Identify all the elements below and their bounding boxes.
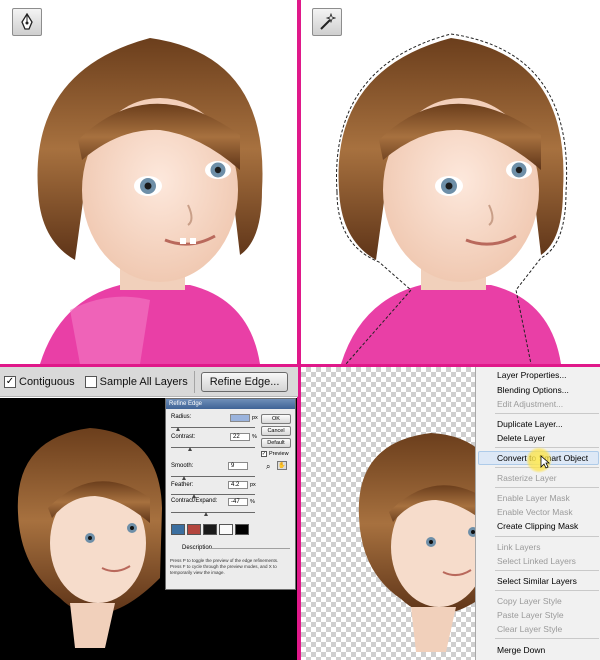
feather-label: Feather: <box>171 482 194 488</box>
menu-separator <box>495 487 599 488</box>
menu-item-edit-adjustment[interactable]: Edit Adjustment... <box>497 399 563 409</box>
menu-item-delete-layer[interactable]: Delete Layer <box>497 433 545 443</box>
dialog-title: Refine Edge <box>166 399 295 409</box>
menu-separator <box>495 413 599 414</box>
contrast-unit: % <box>252 434 257 440</box>
zoom-icon[interactable]: ⌕ <box>266 462 270 472</box>
menu-item-layer-properties[interactable]: Layer Properties... <box>497 370 566 380</box>
feather-slider[interactable] <box>171 494 255 495</box>
radius-slider-thumb[interactable] <box>176 427 180 431</box>
smooth-input[interactable]: 9 <box>228 462 248 470</box>
contiguous-label: Contiguous <box>19 375 75 388</box>
preview-check-box[interactable]: ✓ <box>261 451 267 457</box>
contiguous-check-box[interactable]: ✓ <box>4 375 16 388</box>
contract-expand-slider-thumb[interactable] <box>204 512 208 516</box>
menu-separator <box>495 536 599 537</box>
menu-item-merge-down[interactable]: Merge Down <box>497 645 545 655</box>
contiguous-checkbox[interactable]: ✓ Contiguous <box>4 375 75 388</box>
radius-slider[interactable] <box>171 427 255 428</box>
preview-mode-white[interactable] <box>219 524 233 535</box>
ok-button[interactable]: OK <box>261 414 291 424</box>
menu-item-link-layers[interactable]: Link Layers <box>497 542 540 552</box>
contrast-slider[interactable] <box>171 447 255 448</box>
sample-all-layers-checkbox[interactable]: Sample All Layers <box>84 375 188 388</box>
mouse-pointer-icon <box>540 455 551 474</box>
child-portrait-selection <box>336 33 568 364</box>
menu-separator <box>495 570 599 571</box>
panel-top-left <box>0 0 297 364</box>
radius-label: Radius: <box>171 414 192 420</box>
menu-separator <box>495 590 599 591</box>
menu-item-select-similar-layers[interactable]: Select Similar Layers <box>497 576 577 586</box>
cancel-button[interactable]: Cancel <box>261 426 291 436</box>
menu-item-copy-layer-style[interactable]: Copy Layer Style <box>497 596 562 606</box>
radius-unit: px <box>252 415 258 421</box>
hand-icon[interactable]: ✋ <box>277 461 287 470</box>
contract-expand-unit: % <box>250 499 255 505</box>
preview-mode-black[interactable] <box>203 524 217 535</box>
smooth-label: Smooth: <box>171 463 194 469</box>
menu-item-blending-options[interactable]: Blending Options... <box>497 385 569 395</box>
feather-input[interactable]: 4.2 <box>228 481 248 489</box>
menu-item-enable-vector-mask[interactable]: Enable Vector Mask <box>497 507 573 517</box>
contract-expand-slider[interactable] <box>171 512 255 513</box>
menu-item-duplicate-layer[interactable]: Duplicate Layer... <box>497 419 563 429</box>
sample-all-layers-check-box[interactable] <box>84 375 97 388</box>
menu-separator <box>495 447 599 448</box>
menu-item-paste-layer-style[interactable]: Paste Layer Style <box>497 610 564 620</box>
child-portrait <box>37 38 263 364</box>
preview-mode-quickmask[interactable] <box>187 524 201 535</box>
menu-item-clear-layer-style[interactable]: Clear Layer Style <box>497 624 562 634</box>
preview-mode-mask[interactable] <box>235 524 249 535</box>
menu-item-select-linked-layers[interactable]: Select Linked Layers <box>497 556 576 566</box>
refine-edge-button[interactable]: Refine Edge... <box>200 371 289 392</box>
menu-item-rasterize-layer[interactable]: Rasterize Layer <box>497 473 557 483</box>
menu-item-create-clipping-mask[interactable]: Create Clipping Mask <box>497 521 578 531</box>
smooth-slider-thumb[interactable] <box>182 476 186 480</box>
contrast-input[interactable]: 22 <box>230 433 250 441</box>
sample-all-layers-label: Sample All Layers <box>99 375 188 388</box>
preview-mode-standard[interactable] <box>171 524 185 535</box>
contrast-label: Contrast: <box>171 434 196 440</box>
preview-checkbox[interactable]: ✓ Preview <box>261 451 289 457</box>
contract-expand-label: Contract/Expand: <box>171 498 218 504</box>
options-bar: ✓ Contiguous Sample All Layers Refine Ed… <box>0 367 298 397</box>
contract-expand-input[interactable]: -47 <box>228 498 248 506</box>
feather-unit: px <box>250 482 256 488</box>
magic-wand-icon[interactable] <box>312 8 342 36</box>
radius-input[interactable] <box>230 414 250 422</box>
preview-label: Preview <box>269 451 289 457</box>
default-button[interactable]: Default <box>261 438 291 448</box>
tutorial-collage: ✓ Contiguous Sample All Layers Refine Ed… <box>0 0 600 660</box>
description-divider <box>208 548 290 549</box>
menu-separator <box>495 638 599 639</box>
menu-item-enable-layer-mask[interactable]: Enable Layer Mask <box>497 493 570 503</box>
pen-tool-icon[interactable] <box>12 8 42 36</box>
contrast-slider-thumb[interactable] <box>188 447 192 451</box>
description-text: Press P to toggle the preview of the edg… <box>170 558 279 575</box>
panel-top-right <box>301 0 600 364</box>
toolbar-separator <box>193 370 195 393</box>
